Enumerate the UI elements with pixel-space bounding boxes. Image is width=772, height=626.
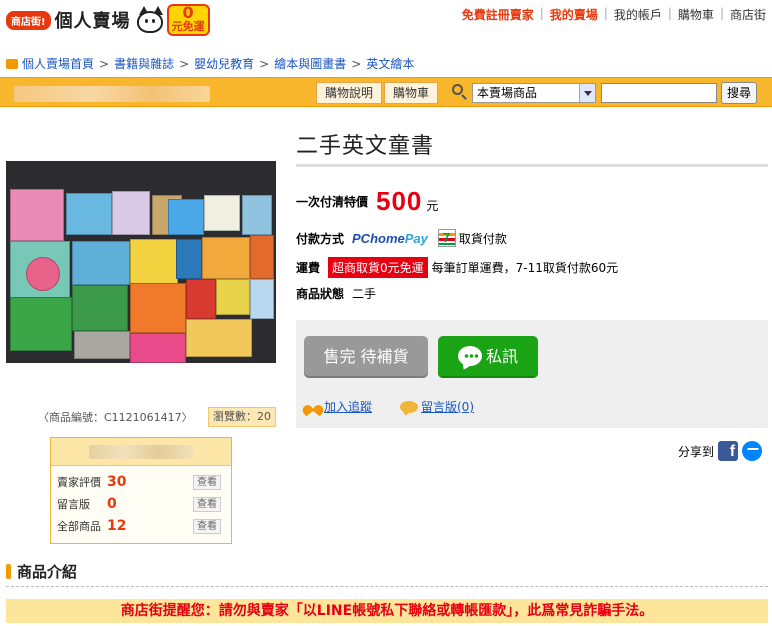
product-photo[interactable]: [6, 161, 276, 363]
guestbook-link[interactable]: 留言版(0): [400, 398, 474, 416]
logo-badge: 商店街!: [6, 10, 51, 30]
payment-label: 付款方式: [296, 231, 345, 246]
shipping-row: 運費 超商取貨0元免運 每筆訂單運費，7-11取貨付款60元: [296, 257, 618, 278]
section-marker: [6, 564, 11, 579]
seller-name-header: [51, 438, 231, 466]
my-account-link[interactable]: 我的帳戶: [608, 6, 668, 23]
breadcrumb: 個人賣場首頁 > 書籍與雜誌 > 嬰幼兒教育 > 繪本與圖畫書 > 英文繪本: [6, 55, 414, 72]
seven-eleven-icon: 7: [437, 229, 456, 247]
search-scope-select[interactable]: 本賣場商品: [472, 83, 596, 103]
facebook-icon[interactable]: f: [718, 441, 739, 461]
cod-label: 取貨付款: [458, 231, 507, 246]
section-divider: [6, 586, 768, 587]
my-store-link[interactable]: 我的賣場: [544, 6, 604, 23]
view-rating-button[interactable]: 查看: [193, 474, 221, 490]
seller-rating-row: 賣家評價 30 查看: [57, 472, 227, 492]
site-logo[interactable]: 商店街! 個人賣場 0 元免運: [6, 4, 210, 36]
search-input[interactable]: [601, 83, 717, 103]
pcstore-link[interactable]: 商店街: [724, 6, 772, 23]
price-unit: 元: [426, 199, 439, 213]
breadcrumb-item[interactable]: 嬰幼兒教育: [194, 55, 254, 72]
logo-text: 個人賣場: [54, 11, 131, 32]
seller-all-products-row: 全部商品 12 查看: [57, 516, 227, 536]
price-value: 500: [376, 186, 423, 216]
price-label: 一次付清特價: [296, 195, 369, 209]
shopping-guide-tab[interactable]: 購物說明: [316, 82, 383, 104]
register-seller-link[interactable]: 免費註冊賣家: [456, 6, 540, 23]
breadcrumb-item[interactable]: 英文繪本: [366, 55, 414, 72]
messenger-icon[interactable]: [742, 441, 763, 461]
condition-row: 商品狀態 二手: [296, 285, 376, 302]
payment-row: 付款方式 PChomePay 7 取貨付款: [296, 229, 507, 247]
fraud-warning-banner: 商店街提醒您：請勿與賣家「以LINE帳號私下聯絡或轉帳匯款」，此爲常見詐騙手法。: [6, 599, 768, 623]
private-message-button[interactable]: 私訊: [438, 336, 538, 378]
condition-label: 商品狀態: [296, 287, 345, 301]
pchome-pay-logo: PChomePay: [352, 230, 428, 246]
sold-out-button[interactable]: 售完 待補貨: [304, 336, 428, 378]
view-all-products-button[interactable]: 查看: [193, 518, 221, 534]
cart-tab[interactable]: 購物車: [384, 82, 439, 104]
action-box: 售完 待補貨 私訊 加入追蹤 留言版(0): [296, 320, 768, 428]
seller-info-box: 賣家評價 30 查看 留言版 0 查看 全部商品 12 查看: [50, 437, 232, 544]
cart-link[interactable]: 購物車: [672, 6, 720, 23]
shipping-text: 每筆訂單運費，7-11取貨付款60元: [431, 261, 619, 275]
share-bar: 分享到 f: [678, 441, 763, 461]
store-navbar: 購物說明 購物車 本賣場商品 搜尋: [0, 77, 772, 107]
follow-link[interactable]: 加入追蹤: [304, 398, 372, 415]
heart-icon: [304, 401, 322, 413]
comment-icon: [400, 400, 418, 416]
free-shipping-badge: 超商取貨0元免運: [328, 257, 428, 278]
view-guestbook-button[interactable]: 查看: [193, 496, 221, 512]
breadcrumb-item[interactable]: 繪本與圖畫書: [274, 55, 346, 72]
free-shipping-logo: 0 元免運: [166, 4, 210, 36]
store-name-blurred: [14, 86, 210, 102]
shipping-label: 運費: [296, 261, 321, 275]
breadcrumb-item[interactable]: 書籍與雜誌: [114, 55, 174, 72]
share-label: 分享到: [678, 444, 715, 459]
view-count-badge: 瀏覽數：20: [208, 407, 276, 427]
search-button[interactable]: 搜尋: [721, 82, 757, 104]
product-id: 〈商品編號：C1121061417〉: [38, 411, 193, 424]
chevron-down-icon: [579, 84, 595, 102]
seller-name-blurred[interactable]: [89, 445, 193, 459]
seller-guestbook-row: 留言版 0 查看: [57, 494, 227, 514]
condition-value: 二手: [352, 287, 377, 301]
product-title: 二手英文童書: [296, 134, 435, 159]
price-row: 一次付清特價 500 元: [296, 186, 438, 217]
top-links: 免費註冊賣家 | 我的賣場 | 我的帳戶 | 購物車 | 商店街: [456, 6, 772, 23]
breadcrumb-item[interactable]: 個人賣場首頁: [22, 55, 94, 72]
search-icon: [452, 84, 468, 100]
title-divider: [296, 164, 768, 167]
top-header: 商店街! 個人賣場 0 元免運 免費註冊賣家 | 我的賣場 | 我的帳戶 | 購物車 | …: [0, 0, 772, 40]
cat-mascot-icon: [135, 5, 165, 35]
home-icon: [6, 58, 18, 69]
section-heading: 商品介紹: [6, 561, 77, 582]
